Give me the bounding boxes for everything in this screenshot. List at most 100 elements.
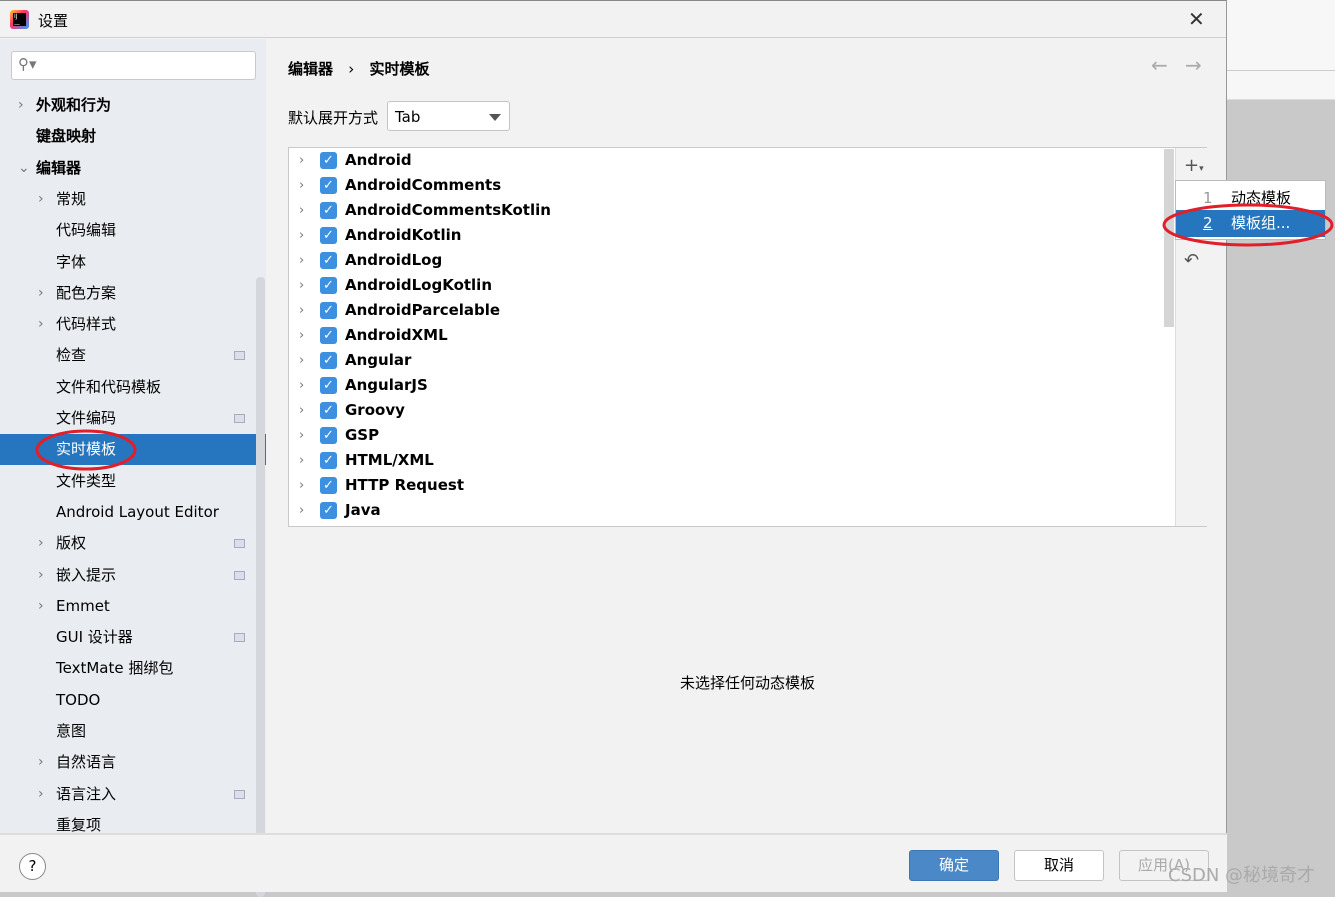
chevron-right-icon[interactable]: › <box>299 473 304 498</box>
chevron-right-icon[interactable]: › <box>38 309 44 340</box>
chevron-right-icon[interactable]: › <box>299 323 304 348</box>
add-icon[interactable]: +▾ <box>1184 155 1204 176</box>
sidebar-item[interactable]: 键盘映射 <box>0 121 255 152</box>
list-scrollbar[interactable] <box>1164 149 1174 327</box>
sidebar-item[interactable]: › 嵌入提示 <box>0 560 255 591</box>
template-group-row[interactable]: › ✓ AndroidParcelable <box>289 298 1159 323</box>
sidebar-item[interactable]: 代码编辑 <box>0 215 255 246</box>
menu-item-template-group[interactable]: 2 模板组... <box>1176 210 1325 237</box>
template-group-name: AndroidXML <box>345 326 448 344</box>
sidebar-item[interactable]: 字体 <box>0 247 255 278</box>
chevron-right-icon[interactable]: › <box>299 348 304 373</box>
checkbox-checked[interactable]: ✓ <box>320 352 337 369</box>
settings-dialog: IJ — 设置 ✕ ⚲▾ › 外观和行为 键盘映射 ⌄ 编辑器 › 常规 代码编辑 字体 › 配色方案… <box>0 0 1227 897</box>
ok-button[interactable]: 确定 <box>909 850 999 881</box>
sidebar-item[interactable]: 意图 <box>0 716 255 747</box>
back-arrow-icon[interactable]: ← <box>1151 53 1168 77</box>
template-group-row[interactable]: › ✓ AndroidXML <box>289 323 1159 348</box>
sidebar-item-label: 文件编码 <box>56 409 117 427</box>
sidebar-scrollbar[interactable] <box>256 277 265 897</box>
chevron-right-icon[interactable]: › <box>299 273 304 298</box>
chevron-right-icon[interactable]: › <box>38 528 44 559</box>
chevron-right-icon[interactable]: › <box>18 90 24 121</box>
sidebar-item[interactable]: › 外观和行为 <box>0 90 255 121</box>
search-input[interactable]: ⚲▾ <box>11 51 256 80</box>
chevron-right-icon[interactable]: › <box>38 591 44 622</box>
chevron-right-icon[interactable]: › <box>299 223 304 248</box>
sidebar-item[interactable]: › Emmet <box>0 591 255 622</box>
sidebar-item[interactable]: 实时模板 <box>0 434 266 466</box>
sidebar-item[interactable]: TODO <box>0 685 255 716</box>
template-group-row[interactable]: › ✓ AndroidCommentsKotlin <box>289 198 1159 223</box>
sidebar-item[interactable]: › 常规 <box>0 184 255 215</box>
sidebar-item[interactable]: › 自然语言 <box>0 747 255 778</box>
template-group-row[interactable]: › ✓ Java <box>289 498 1159 523</box>
chevron-right-icon[interactable]: › <box>299 148 304 173</box>
checkbox-checked[interactable]: ✓ <box>320 177 337 194</box>
close-icon[interactable]: ✕ <box>1188 7 1205 31</box>
checkbox-checked[interactable]: ✓ <box>320 477 337 494</box>
menu-item-live-template[interactable]: 1 动态模板 <box>1176 185 1325 212</box>
template-group-row[interactable]: › ✓ AndroidLog <box>289 248 1159 273</box>
template-group-row[interactable]: › ✓ Groovy <box>289 398 1159 423</box>
chevron-right-icon[interactable]: › <box>299 423 304 448</box>
checkbox-checked[interactable]: ✓ <box>320 202 337 219</box>
chevron-right-icon[interactable]: › <box>299 373 304 398</box>
sidebar-item[interactable]: 文件编码 <box>0 403 255 434</box>
checkbox-checked[interactable]: ✓ <box>320 427 337 444</box>
checkbox-checked[interactable]: ✓ <box>320 302 337 319</box>
template-group-row[interactable]: › ✓ Angular <box>289 348 1159 373</box>
sidebar-item-label: TODO <box>56 690 101 709</box>
chevron-right-icon[interactable]: › <box>38 747 44 778</box>
chevron-right-icon[interactable]: › <box>299 248 304 273</box>
template-group-row[interactable]: › ✓ HTML/XML <box>289 448 1159 473</box>
chevron-right-icon[interactable]: › <box>299 198 304 223</box>
chevron-right-icon[interactable]: › <box>299 498 304 523</box>
template-group-row[interactable]: › ✓ AngularJS <box>289 373 1159 398</box>
checkbox-checked[interactable]: ✓ <box>320 377 337 394</box>
sidebar-item[interactable]: GUI 设计器 <box>0 622 255 653</box>
expand-select[interactable]: Tab <box>387 101 510 131</box>
sidebar-item[interactable]: › 版权 <box>0 528 255 559</box>
checkbox-checked[interactable]: ✓ <box>320 327 337 344</box>
breadcrumb-parent[interactable]: 编辑器 <box>288 60 333 78</box>
checkbox-checked[interactable]: ✓ <box>320 402 337 419</box>
template-group-row[interactable]: › ✓ Android <box>289 148 1159 173</box>
sidebar-item[interactable]: › 配色方案 <box>0 278 255 309</box>
project-scope-icon <box>234 633 245 643</box>
chevron-right-icon[interactable]: › <box>299 398 304 423</box>
checkbox-checked[interactable]: ✓ <box>320 252 337 269</box>
chevron-right-icon[interactable]: › <box>38 560 44 591</box>
sidebar-item[interactable]: 文件类型 <box>0 466 255 497</box>
chevron-right-icon[interactable]: › <box>299 298 304 323</box>
template-group-row[interactable]: › ✓ GSP <box>289 423 1159 448</box>
help-button[interactable]: ? <box>19 853 46 880</box>
undo-icon[interactable]: ↶ <box>1184 250 1199 271</box>
template-group-row[interactable]: › ✓ AndroidLogKotlin <box>289 273 1159 298</box>
sidebar-item[interactable]: › 语言注入 <box>0 779 255 810</box>
forward-arrow-icon[interactable]: → <box>1185 53 1202 77</box>
chevron-right-icon[interactable]: › <box>299 173 304 198</box>
sidebar-item-label: 嵌入提示 <box>56 565 117 584</box>
sidebar-item[interactable]: TextMate 捆绑包 <box>0 653 255 684</box>
sidebar-item[interactable]: ⌄ 编辑器 <box>0 153 255 184</box>
chevron-right-icon[interactable]: › <box>299 448 304 473</box>
sidebar-item-label: 代码编辑 <box>56 221 117 240</box>
template-group-row[interactable]: › ✓ HTTP Request <box>289 473 1159 498</box>
template-group-row[interactable]: › ✓ AndroidComments <box>289 173 1159 198</box>
cancel-button[interactable]: 取消 <box>1014 850 1104 881</box>
template-group-row[interactable]: › ✓ AndroidKotlin <box>289 223 1159 248</box>
chevron-down-icon[interactable]: ⌄ <box>18 153 30 184</box>
sidebar-item[interactable]: Android Layout Editor <box>0 497 255 528</box>
checkbox-checked[interactable]: ✓ <box>320 452 337 469</box>
checkbox-checked[interactable]: ✓ <box>320 277 337 294</box>
sidebar-item[interactable]: › 代码样式 <box>0 309 255 340</box>
checkbox-checked[interactable]: ✓ <box>320 227 337 244</box>
sidebar-item[interactable]: 检查 <box>0 340 255 371</box>
chevron-right-icon[interactable]: › <box>38 278 44 309</box>
checkbox-checked[interactable]: ✓ <box>320 152 337 169</box>
chevron-right-icon[interactable]: › <box>38 184 44 215</box>
sidebar-item[interactable]: 文件和代码模板 <box>0 372 255 403</box>
chevron-right-icon[interactable]: › <box>38 779 44 810</box>
checkbox-checked[interactable]: ✓ <box>320 502 337 519</box>
